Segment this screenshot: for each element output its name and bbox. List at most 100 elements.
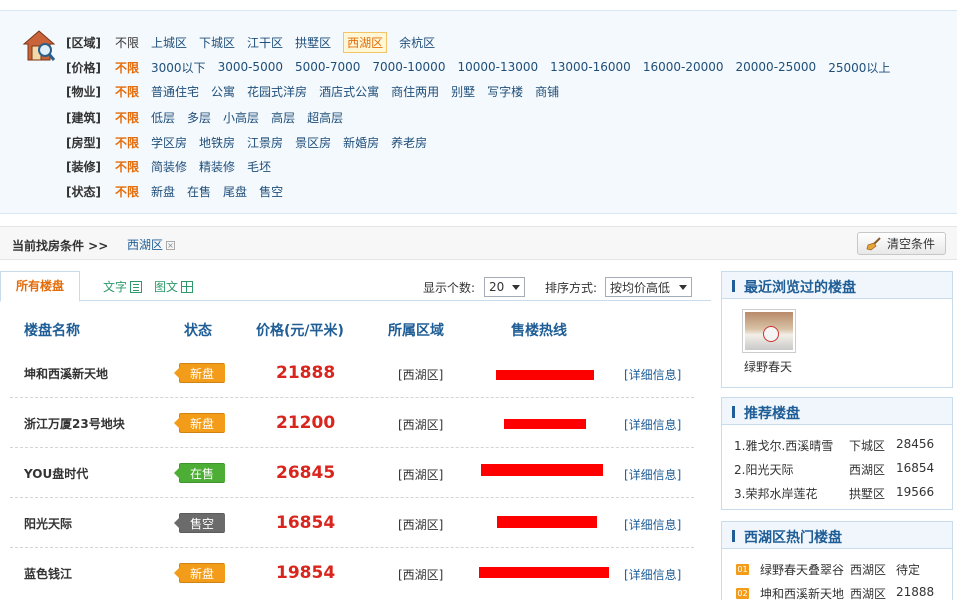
filter-option[interactable]: 不限: [115, 58, 139, 77]
filter-option[interactable]: 花园式洋房: [247, 82, 307, 101]
filter-option[interactable]: 13000-16000: [550, 59, 631, 75]
sort-select[interactable]: 按均价高低: [605, 277, 692, 297]
filter-option[interactable]: 上城区: [151, 33, 187, 52]
count-label: 显示个数:: [423, 281, 476, 295]
detail-link[interactable]: [详细信息]: [624, 516, 681, 533]
price-value: 21888: [276, 363, 336, 383]
recommend-panel-title: 推荐楼盘: [744, 406, 800, 422]
broom-icon: [866, 236, 881, 250]
filter-option[interactable]: 售空: [259, 182, 283, 201]
filter-option[interactable]: 20000-25000: [736, 59, 817, 75]
building-name[interactable]: YOU盘时代: [24, 465, 88, 482]
filter-option[interactable]: 不限: [115, 182, 139, 201]
tab-image-view-label: 图文: [154, 280, 179, 294]
area-value: [西湖区]: [398, 518, 444, 532]
filter-option[interactable]: 16000-20000: [643, 59, 724, 75]
filter-option[interactable]: 不限: [115, 157, 139, 176]
filter-option[interactable]: 商住两用: [391, 82, 439, 101]
recommend-item-name[interactable]: 3.荣邦水岸莲花: [734, 485, 817, 502]
filter-option[interactable]: 小高层: [223, 108, 259, 127]
count-select[interactable]: 20: [484, 277, 525, 297]
recommend-item-price: 19566: [896, 485, 935, 499]
header-area: 所属区域: [388, 323, 444, 339]
hot-item-area: 西湖区: [850, 563, 887, 577]
building-name[interactable]: 坤和西溪新天地: [24, 365, 108, 382]
filter-option[interactable]: 拱墅区: [295, 33, 331, 52]
tab-text-view[interactable]: 文字: [103, 278, 143, 295]
filter-option[interactable]: 5000-7000: [295, 59, 360, 75]
tab-image-view[interactable]: 图文: [154, 278, 194, 295]
close-icon[interactable]: ×: [166, 241, 176, 250]
filter-option[interactable]: 写字楼: [487, 82, 523, 101]
building-thumbnail[interactable]: [742, 309, 796, 353]
filter-label: [房型]: [66, 135, 101, 150]
filter-option[interactable]: 简装修: [151, 157, 187, 176]
house-search-icon: [22, 30, 56, 61]
table-row: 浙江万厦23号地块 新盘 21200 [西湖区] [详细信息]: [10, 398, 694, 448]
condition-tag[interactable]: 西湖区 ×: [127, 236, 176, 253]
filter-option[interactable]: 毛坯: [247, 157, 271, 176]
filter-option[interactable]: 多层: [187, 108, 211, 127]
detail-link[interactable]: [详细信息]: [624, 466, 681, 483]
filter-option[interactable]: 10000-13000: [457, 59, 538, 75]
status-badge: 新盘: [174, 563, 225, 583]
area-value: [西湖区]: [398, 418, 444, 432]
rank-badge: 02: [736, 588, 749, 599]
filter-option[interactable]: 养老房: [391, 133, 427, 152]
hot-item-name[interactable]: 绿野春天叠翠谷: [760, 561, 844, 578]
filter-option[interactable]: 不限: [115, 82, 139, 101]
filter-option[interactable]: 余杭区: [399, 33, 435, 52]
building-name[interactable]: 蓝色钱江: [24, 565, 72, 582]
filter-option[interactable]: 商铺: [535, 82, 559, 101]
filter-option[interactable]: 普通住宅: [151, 82, 199, 101]
recommend-item-name[interactable]: 2.阳光天际: [734, 461, 793, 478]
area-value: [西湖区]: [398, 468, 444, 482]
filter-option[interactable]: 3000-5000: [218, 59, 283, 75]
filter-option[interactable]: 3000以下: [151, 58, 206, 77]
hot-panel-header: 西湖区热门楼盘: [722, 522, 952, 549]
building-name[interactable]: 阳光天际: [24, 515, 72, 532]
filter-option[interactable]: 景区房: [295, 133, 331, 152]
detail-link[interactable]: [详细信息]: [624, 416, 681, 433]
status-badge: 在售: [174, 463, 225, 483]
redacted-hotline: [481, 464, 603, 476]
filter-option[interactable]: 公寓: [211, 82, 235, 101]
filter-option[interactable]: 25000以上: [828, 58, 890, 77]
filter-option[interactable]: 新盘: [151, 182, 175, 201]
filter-option[interactable]: 地铁房: [199, 133, 235, 152]
redacted-hotline: [504, 419, 586, 429]
recommend-panel-header: 推荐楼盘: [722, 398, 952, 425]
filter-option[interactable]: 在售: [187, 182, 211, 201]
header-price: 价格(元/平米): [256, 323, 344, 339]
sort-select-value: 按均价高低: [610, 280, 671, 295]
detail-link[interactable]: [详细信息]: [624, 366, 681, 383]
filter-option[interactable]: 别墅: [451, 82, 475, 101]
detail-link[interactable]: [详细信息]: [624, 566, 681, 583]
filter-option[interactable]: 江景房: [247, 133, 283, 152]
filter-option[interactable]: 酒店式公寓: [319, 82, 379, 101]
filter-option[interactable]: 尾盘: [223, 182, 247, 201]
filter-option[interactable]: 高层: [271, 108, 295, 127]
recommend-item-area: 拱墅区: [849, 487, 886, 501]
filter-option[interactable]: 不限: [115, 133, 139, 152]
hot-item-name[interactable]: 坤和西溪新天地: [760, 585, 844, 600]
filter-option[interactable]: 不限: [115, 108, 139, 127]
filter-option[interactable]: 7000-10000: [372, 59, 445, 75]
filter-option[interactable]: 新婚房: [343, 133, 379, 152]
filter-option[interactable]: 低层: [151, 108, 175, 127]
grid-view-icon: [181, 280, 194, 293]
filter-option[interactable]: 下城区: [199, 33, 235, 52]
filter-option[interactable]: 学区房: [151, 133, 187, 152]
filter-option[interactable]: 超高层: [307, 108, 343, 127]
filter-option[interactable]: 不限: [115, 33, 139, 52]
filter-option[interactable]: 西湖区: [343, 31, 388, 53]
clear-conditions-button[interactable]: 清空条件: [857, 232, 946, 255]
tab-all-buildings[interactable]: 所有楼盘: [0, 271, 80, 302]
building-name[interactable]: 浙江万厦23号地块: [24, 415, 125, 432]
filter-option[interactable]: 精装修: [199, 157, 235, 176]
recommend-item-name[interactable]: 1.雅戈尔.西溪晴雪: [734, 437, 833, 454]
filter-option[interactable]: 江干区: [247, 33, 283, 52]
chevron-down-icon: [512, 285, 520, 290]
current-condition-bar: 当前找房条件 >> 西湖区 ×: [0, 226, 957, 260]
thumbnail-caption[interactable]: 绿野春天: [744, 358, 792, 375]
